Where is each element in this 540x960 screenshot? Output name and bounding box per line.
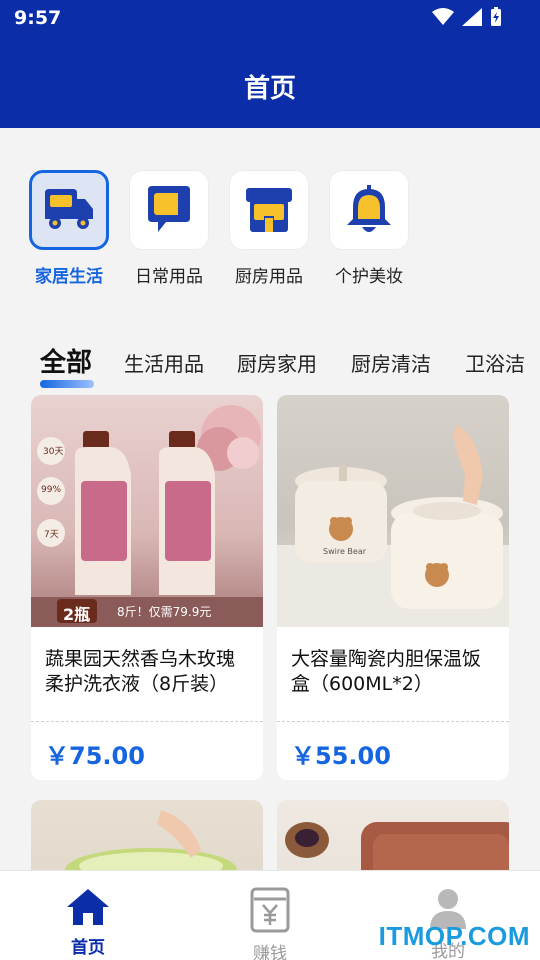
product-card[interactable]: 30天 99% 7天 2瓶 8斤！仅需79.9元 蔬果园天然香乌木玫瑰柔护洗衣液… <box>31 395 263 780</box>
category-label: 个护美妆 <box>335 267 403 287</box>
product-price: ￥55.00 <box>291 742 391 770</box>
category-tile <box>29 170 109 250</box>
subcategory-tabs: 全部 生活用品 厨房家用 厨房清洁 卫浴洁 <box>0 328 540 390</box>
tab-active-indicator <box>40 380 94 388</box>
product-name: 大容量陶瓷内胆保温饭盒（600ML*2） <box>291 648 482 695</box>
status-bar: 9:57 <box>0 0 540 36</box>
laundry-detergent-image <box>31 405 263 627</box>
status-icons <box>432 7 502 27</box>
category-label: 厨房用品 <box>235 267 303 287</box>
page-title: 首页 <box>243 74 296 104</box>
category-row: 家居生活 日常用品 厨房用品 个护美妆 <box>0 128 540 318</box>
tab-bathroom[interactable]: 卫浴洁 <box>465 348 525 377</box>
lunch-box-image <box>277 425 509 627</box>
image-badge-7: 7天 <box>44 530 59 540</box>
category-item-kitchen-goods[interactable]: 厨房用品 <box>227 170 311 290</box>
home-icon <box>67 889 109 925</box>
signal-icon <box>462 8 482 26</box>
nav-label: 赚钱 <box>253 944 287 960</box>
category-label: 日常用品 <box>135 267 203 287</box>
image-brand-text: Swire Bear <box>323 547 367 556</box>
truck-icon <box>45 189 93 229</box>
battery-icon <box>491 7 501 26</box>
category-item-personal-care[interactable]: 个护美妆 <box>327 170 411 290</box>
tab-all[interactable]: 全部 <box>40 342 94 388</box>
wallet-yen-icon <box>250 887 290 933</box>
nav-home[interactable]: 首页 <box>38 887 138 958</box>
product-image: 30天 99% 7天 2瓶 8斤！仅需79.9元 <box>31 395 263 627</box>
tab-label: 全部 <box>40 348 93 378</box>
product-price: ￥75.00 <box>45 742 145 770</box>
category-tile <box>129 170 209 250</box>
wifi-icon <box>432 8 454 25</box>
status-time: 9:57 <box>14 7 62 29</box>
category-tile <box>229 170 309 250</box>
product-image: Swire Bear <box>277 395 509 627</box>
tab-kitchen-home[interactable]: 厨房家用 <box>237 348 317 377</box>
nav-earn[interactable]: 赚钱 <box>220 887 320 960</box>
chat-icon <box>148 186 190 232</box>
tab-living-goods[interactable]: 生活用品 <box>124 348 204 377</box>
nav-label: 首页 <box>71 938 105 958</box>
category-tile <box>329 170 409 250</box>
product-card[interactable]: Swire Bear 大容量陶瓷内胆保温饭盒（600ML*2） ￥55.00 <box>277 395 509 780</box>
watermark-logo: ITMOP.COM <box>378 921 530 951</box>
app-header: 首页 <box>0 36 540 128</box>
tab-kitchen-cleaning[interactable]: 厨房清洁 <box>351 348 431 377</box>
store-icon <box>246 188 292 232</box>
bell-icon <box>347 185 391 232</box>
image-badge-99: 99% <box>41 485 62 495</box>
image-promo-text: 8斤！仅需79.9元 <box>117 605 212 619</box>
product-name: 蔬果园天然香乌木玫瑰柔护洗衣液（8斤装） <box>45 648 236 695</box>
category-item-daily-goods[interactable]: 日常用品 <box>127 170 211 290</box>
image-badge-count: 2瓶 <box>63 605 91 624</box>
category-item-home-living[interactable]: 家居生活 <box>27 170 111 290</box>
image-badge-30: 30天 <box>43 447 64 457</box>
category-label: 家居生活 <box>35 267 103 287</box>
bottom-navigation: 首页 赚钱 我的 ITMOP.COM <box>0 870 540 960</box>
